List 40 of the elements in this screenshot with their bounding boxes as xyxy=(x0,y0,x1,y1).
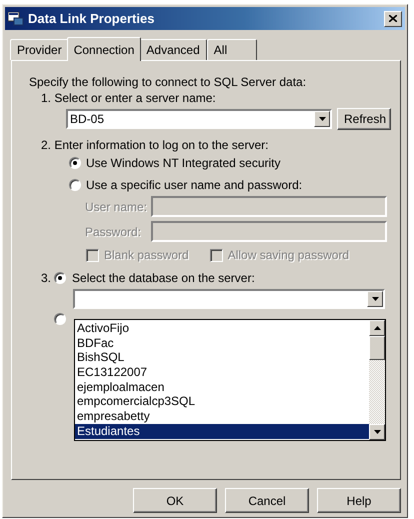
caret-icon xyxy=(372,297,378,301)
dialog-button[interactable]: OK xyxy=(133,488,217,513)
radio-button[interactable] xyxy=(54,313,66,325)
dropdown-button[interactable] xyxy=(314,111,330,127)
dropdown-button[interactable] xyxy=(367,291,383,307)
scroll-up-button[interactable] xyxy=(369,320,385,336)
radio-label: Use Windows NT Integrated security xyxy=(86,156,281,170)
radio-button[interactable] xyxy=(69,157,81,169)
scroll-thumb[interactable] xyxy=(369,336,385,360)
caret-icon xyxy=(374,430,380,434)
caret-icon xyxy=(318,117,326,121)
step-number: 3. xyxy=(41,271,52,285)
database-combo[interactable] xyxy=(73,289,385,309)
radio-button[interactable] xyxy=(54,272,66,284)
checkbox-label: Allow saving password xyxy=(228,248,350,262)
window-app-icon xyxy=(8,12,24,26)
close-icon xyxy=(389,15,397,22)
step-label: 2. Enter information to log on to the server: xyxy=(41,138,268,152)
tab[interactable]: Connection xyxy=(66,37,142,61)
dialog-button[interactable]: Cancel xyxy=(225,488,309,513)
radio-button[interactable] xyxy=(69,179,81,191)
list-item[interactable]: Estudiantes xyxy=(75,424,369,438)
radio-label: Select the database on the server: xyxy=(72,271,255,285)
scrollbar[interactable] xyxy=(369,320,385,440)
dialog-button[interactable]: Help xyxy=(317,488,401,513)
tab[interactable]: Advanced xyxy=(139,39,207,60)
refresh-button[interactable]: Refresh xyxy=(337,108,391,130)
close-button[interactable] xyxy=(384,10,402,26)
server-combo[interactable]: BD-05 xyxy=(66,109,332,129)
tab[interactable]: All xyxy=(206,39,257,60)
window-title: Data Link Properties xyxy=(28,11,156,26)
instructions-text: Specify the following to connect to SQL Server data: xyxy=(29,75,306,89)
checkbox-label: Blank password xyxy=(104,248,189,262)
caret-icon xyxy=(374,326,380,330)
tab[interactable]: Provider xyxy=(10,39,69,60)
radio-label: Use a specific user name and password: xyxy=(86,178,302,192)
scroll-down-button[interactable] xyxy=(369,424,385,440)
field-label: Password: xyxy=(85,224,142,238)
field-label: User name: xyxy=(85,200,148,214)
step-label: 1. Select or enter a server name: xyxy=(41,91,216,105)
